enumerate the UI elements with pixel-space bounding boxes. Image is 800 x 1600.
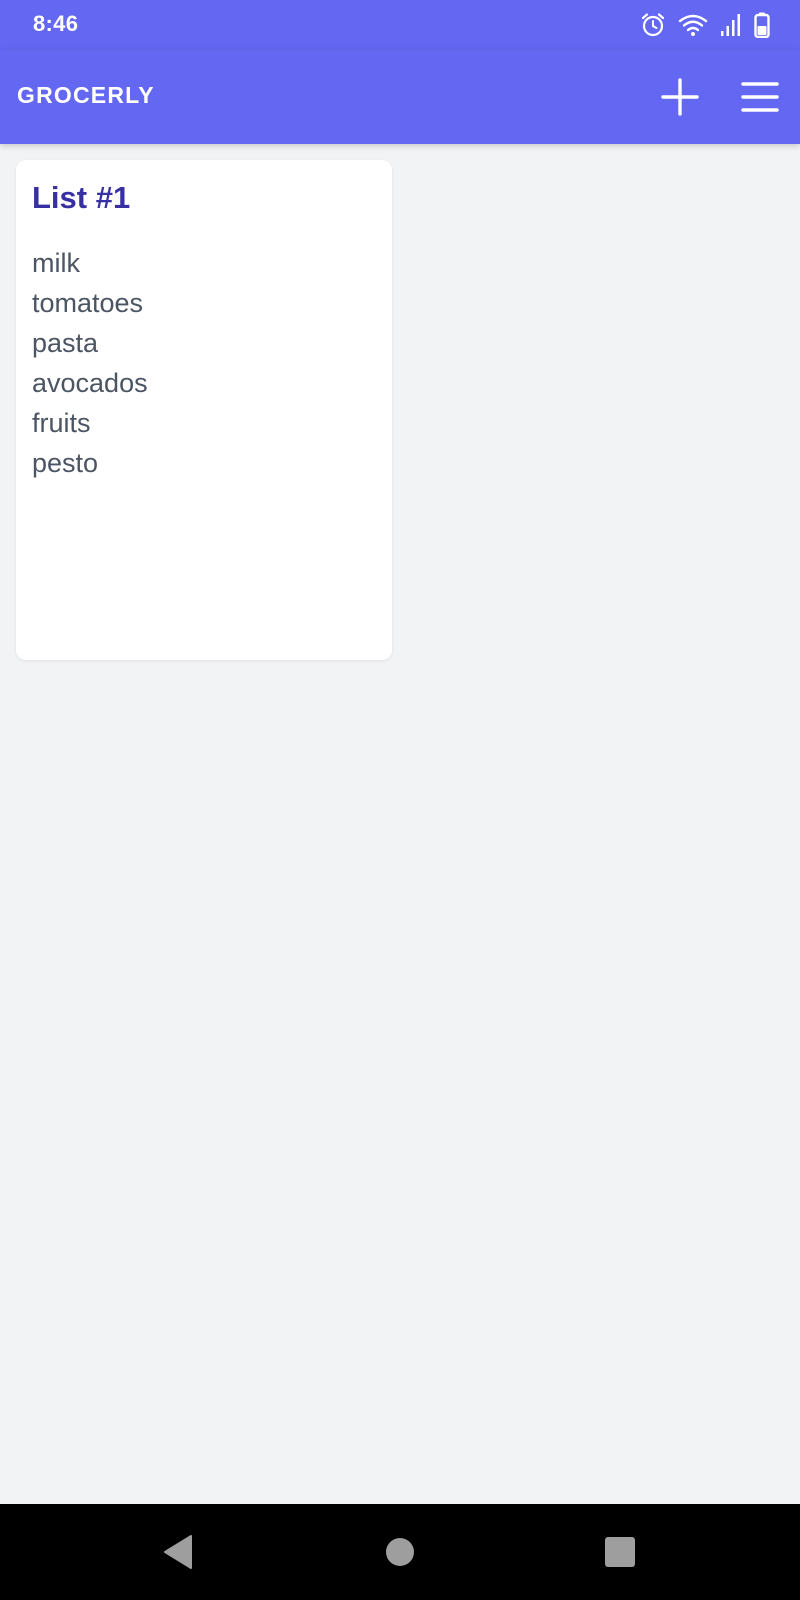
home-button[interactable] — [376, 1528, 424, 1576]
signal-icon — [720, 13, 742, 37]
home-icon — [386, 1538, 414, 1566]
list-item: pesto — [32, 448, 99, 478]
menu-icon — [741, 82, 779, 112]
wifi-icon — [678, 13, 708, 37]
back-button[interactable] — [154, 1528, 202, 1576]
list-item: milk — [32, 248, 80, 278]
screen: 8:46 GROCERLY List #1 milk tomatoes past… — [0, 0, 800, 1600]
status-time: 8:46 — [33, 11, 79, 36]
list-item: pasta — [32, 328, 99, 358]
list-title: List #1 — [32, 180, 131, 215]
add-icon — [661, 78, 699, 116]
menu-button[interactable] — [735, 72, 785, 122]
add-list-button[interactable] — [655, 72, 705, 122]
status-bar: 8:46 — [0, 0, 800, 50]
list-card[interactable]: List #1 milk tomatoes pasta avocados fru… — [16, 160, 392, 660]
list-item: fruits — [32, 408, 91, 438]
card-fade-overlay — [16, 550, 392, 660]
recents-button[interactable] — [596, 1528, 644, 1576]
list-items: milk tomatoes pasta avocados fruits pest… — [32, 243, 148, 483]
alarm-icon — [640, 12, 666, 38]
app-title: GROCERLY — [17, 82, 155, 108]
list-item: avocados — [32, 368, 148, 398]
list-item: tomatoes — [32, 288, 144, 318]
back-icon — [164, 1535, 192, 1569]
app-bar: GROCERLY — [0, 50, 800, 144]
status-icons — [640, 10, 770, 40]
battery-icon — [754, 12, 770, 38]
recents-icon — [605, 1537, 635, 1567]
nav-bar — [0, 1504, 800, 1600]
